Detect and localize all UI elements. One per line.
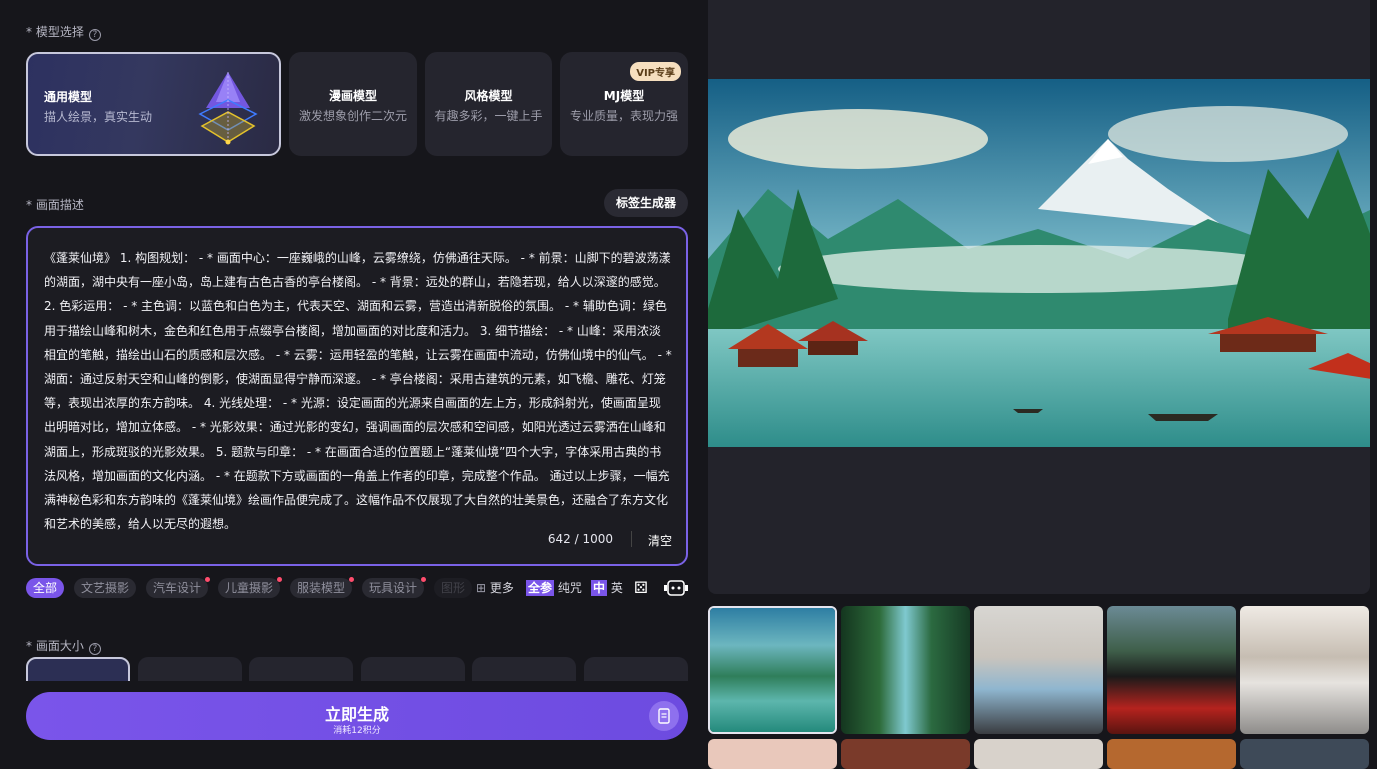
chip-all[interactable]: 全部	[26, 578, 65, 598]
model-card-style[interactable]: 风格模型 有趣多彩，一键上手	[425, 52, 552, 156]
preview-image	[708, 79, 1370, 447]
dice-icon[interactable]: ⚄	[634, 578, 648, 598]
model-card-title: 风格模型	[464, 89, 513, 103]
size-option[interactable]	[361, 657, 465, 681]
document-icon[interactable]	[649, 701, 679, 731]
gallery-thumbnail[interactable]	[1240, 739, 1369, 769]
chip-label: 服装模型	[297, 581, 346, 595]
gallery-thumbnail[interactable]	[974, 739, 1103, 769]
generate-cost: 消耗12积分	[333, 726, 381, 736]
language-label: 英	[610, 581, 623, 595]
chip-label: 汽车设计	[153, 581, 202, 595]
size-option[interactable]	[138, 657, 242, 681]
size-option[interactable]	[26, 657, 130, 681]
chip-graphic[interactable]: 图形	[434, 578, 473, 598]
size-section-label: * 画面大小?	[26, 637, 101, 655]
style-chip-bar: 全部 文艺摄影 汽车设计 儿童摄影 服装模型 玩具设计 图形 ⊞ 更多 全参 纯…	[26, 577, 706, 598]
model-card-mj[interactable]: VIP专享 MJ模型 专业质量，表现力强	[560, 52, 688, 156]
generate-button[interactable]: 立即生成 消耗12积分	[26, 692, 688, 740]
chip-car-design[interactable]: 汽车设计	[146, 577, 211, 598]
model-card-comic[interactable]: 漫画模型 激发想象创作二次元	[289, 52, 417, 156]
model-card-title: 漫画模型	[328, 89, 377, 103]
model-card-subtitle: 有趣多彩，一键上手	[434, 109, 543, 123]
full-params-toggle[interactable]: 全参 纯咒	[526, 578, 582, 598]
gallery-thumbnail[interactable]	[1240, 606, 1369, 734]
gallery-thumbnail[interactable]	[1107, 606, 1236, 734]
model-card-general[interactable]: 通用模型 描人绘景，真实生动	[26, 52, 281, 156]
new-dot	[277, 577, 283, 582]
language-badge: 中	[591, 580, 608, 596]
model-section-label: * 模型选择?	[26, 23, 101, 41]
new-dot	[349, 577, 355, 582]
chip-kids-photo[interactable]: 儿童摄影	[218, 577, 283, 598]
size-option[interactable]	[584, 657, 688, 681]
divider	[631, 531, 632, 547]
size-section-label-text: * 画面大小	[26, 639, 84, 653]
chip-toy-design[interactable]: 玩具设计	[362, 577, 427, 598]
language-toggle[interactable]: 中 英	[591, 578, 623, 598]
gallery-thumbnail[interactable]	[708, 739, 837, 769]
model-card-subtitle: 专业质量，表现力强	[569, 109, 678, 123]
more-button[interactable]: ⊞ 更多	[476, 578, 514, 598]
gallery-thumbnail[interactable]	[841, 739, 970, 769]
tag-generator-button[interactable]: 标签生成器	[604, 189, 688, 217]
chip-label: 玩具设计	[369, 581, 418, 595]
new-dot	[205, 577, 211, 582]
help-icon[interactable]: ?	[88, 643, 101, 655]
gallery-thumbnail[interactable]	[841, 606, 970, 734]
clear-button[interactable]: 清空	[648, 532, 672, 549]
new-dot	[421, 577, 427, 582]
chip-label: 文艺摄影	[81, 581, 130, 595]
full-params-badge: 全参	[526, 580, 555, 596]
model-card-subtitle: 激发想象创作二次元	[298, 109, 407, 123]
description-label: * 画面描述	[26, 198, 84, 212]
chip-art-photo[interactable]: 文艺摄影	[74, 578, 137, 598]
generate-label: 立即生成	[324, 705, 389, 724]
robot-icon[interactable]	[663, 579, 689, 597]
more-label: 更多	[489, 581, 514, 595]
help-icon[interactable]: ?	[88, 29, 101, 41]
char-counter: 642 / 1000	[547, 532, 613, 546]
gallery-thumbnail[interactable]	[974, 606, 1103, 734]
gallery-thumbnail[interactable]	[708, 606, 837, 734]
preview-panel	[708, 0, 1370, 594]
gallery-thumbnail[interactable]	[1107, 739, 1236, 769]
left-panel: * 模型选择? 通用模型 描人绘景，真实生动 漫画模型 激发想象创作二次元 风格…	[0, 0, 706, 759]
vip-badge: VIP专享	[630, 62, 681, 81]
size-options	[26, 657, 688, 681]
chip-label: 儿童摄影	[225, 581, 274, 595]
full-params-label: 纯咒	[557, 581, 582, 595]
pyramid-icon	[198, 72, 258, 145]
model-card-title: MJ模型	[603, 89, 645, 103]
size-option[interactable]	[249, 657, 353, 681]
chip-fashion-model[interactable]: 服装模型	[290, 577, 355, 598]
model-section-label-text: * 模型选择	[26, 25, 84, 39]
grid-icon: ⊞	[476, 581, 487, 595]
right-panel	[706, 0, 1377, 769]
description-text[interactable]: 《蓬莱仙境》 1. 构图规划： - * 画面中心：一座巍峨的山峰，云雾缭绕，仿佛…	[44, 246, 672, 536]
size-option[interactable]	[472, 657, 576, 681]
description-textarea[interactable]: 《蓬莱仙境》 1. 构图规划： - * 画面中心：一座巍峨的山峰，云雾缭绕，仿佛…	[26, 226, 688, 566]
